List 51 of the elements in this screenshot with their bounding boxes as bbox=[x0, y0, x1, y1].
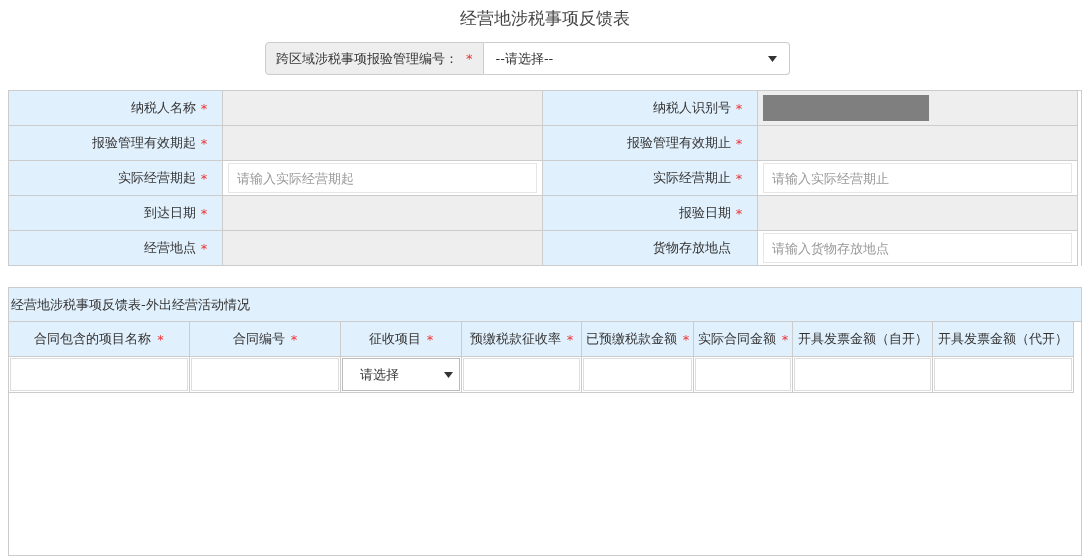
table-input[interactable] bbox=[934, 358, 1072, 391]
label-text: 跨区域涉税事项报验管理编号： bbox=[276, 49, 458, 68]
label-text: 纳税人名称 bbox=[131, 99, 196, 117]
header-text: 已预缴税款金额 bbox=[585, 330, 677, 348]
header-text: 合同编号 bbox=[232, 330, 285, 348]
required-mark: * bbox=[466, 51, 473, 66]
table-input[interactable] bbox=[794, 358, 931, 391]
table-input[interactable] bbox=[695, 358, 791, 391]
label-text: 到达日期 bbox=[144, 204, 196, 222]
required-mark: * bbox=[735, 205, 743, 221]
required-mark: * bbox=[200, 135, 208, 151]
required-mark: * bbox=[781, 331, 789, 347]
page-title: 经营地涉税事项反馈表 bbox=[460, 7, 630, 30]
required-mark: * bbox=[735, 170, 743, 186]
header-text: 征收项目 bbox=[368, 330, 421, 348]
header-text: 预缴税款征收率 bbox=[469, 330, 561, 348]
label-text: 报验管理有效期起 bbox=[92, 134, 196, 152]
required-mark: * bbox=[735, 135, 743, 151]
required-mark: * bbox=[200, 100, 208, 116]
label-text: 报验管理有效期止 bbox=[627, 134, 731, 152]
label-text: 经营地点 bbox=[144, 239, 196, 257]
label-text: 实际经营期止 bbox=[653, 169, 731, 187]
text-field[interactable]: 请输入货物存放地点 bbox=[763, 233, 1072, 263]
text-field[interactable]: 请输入实际经营期止 bbox=[763, 163, 1072, 193]
header-text: 实际合同金额 bbox=[697, 330, 776, 348]
dropdown[interactable]: 请选择 bbox=[342, 358, 460, 391]
required-mark: * bbox=[566, 331, 574, 347]
required-mark: * bbox=[426, 331, 434, 347]
required-mark: * bbox=[200, 240, 208, 256]
required-mark: * bbox=[200, 170, 208, 186]
required-mark: * bbox=[200, 205, 208, 221]
label-text: 纳税人识别号 bbox=[653, 99, 731, 117]
caret-icon bbox=[444, 371, 453, 378]
section-caption: 经营地涉税事项反馈表-外出经营活动情况 bbox=[9, 288, 1081, 322]
caret-icon bbox=[768, 55, 777, 62]
label-text: 货物存放地点 bbox=[653, 239, 731, 257]
label-text: 报验日期 bbox=[679, 204, 731, 222]
required-mark: * bbox=[735, 100, 743, 116]
header-text: 开具发票金额（代开） bbox=[938, 330, 1068, 348]
required-mark: * bbox=[157, 331, 164, 347]
label-text: 实际经营期起 bbox=[118, 169, 196, 187]
table-input[interactable] bbox=[463, 358, 580, 391]
required-mark: * bbox=[290, 331, 298, 347]
header-text: 合同包含的项目名称 bbox=[34, 330, 152, 348]
text-field[interactable]: 请输入实际经营期起 bbox=[228, 163, 537, 193]
required-mark: * bbox=[682, 331, 690, 347]
table-input[interactable] bbox=[10, 358, 188, 391]
table-input[interactable] bbox=[583, 358, 692, 391]
table-input[interactable] bbox=[191, 358, 339, 391]
dropdown[interactable]: --请选择-- bbox=[483, 42, 790, 75]
header-text: 开具发票金额（自开） bbox=[797, 330, 928, 348]
